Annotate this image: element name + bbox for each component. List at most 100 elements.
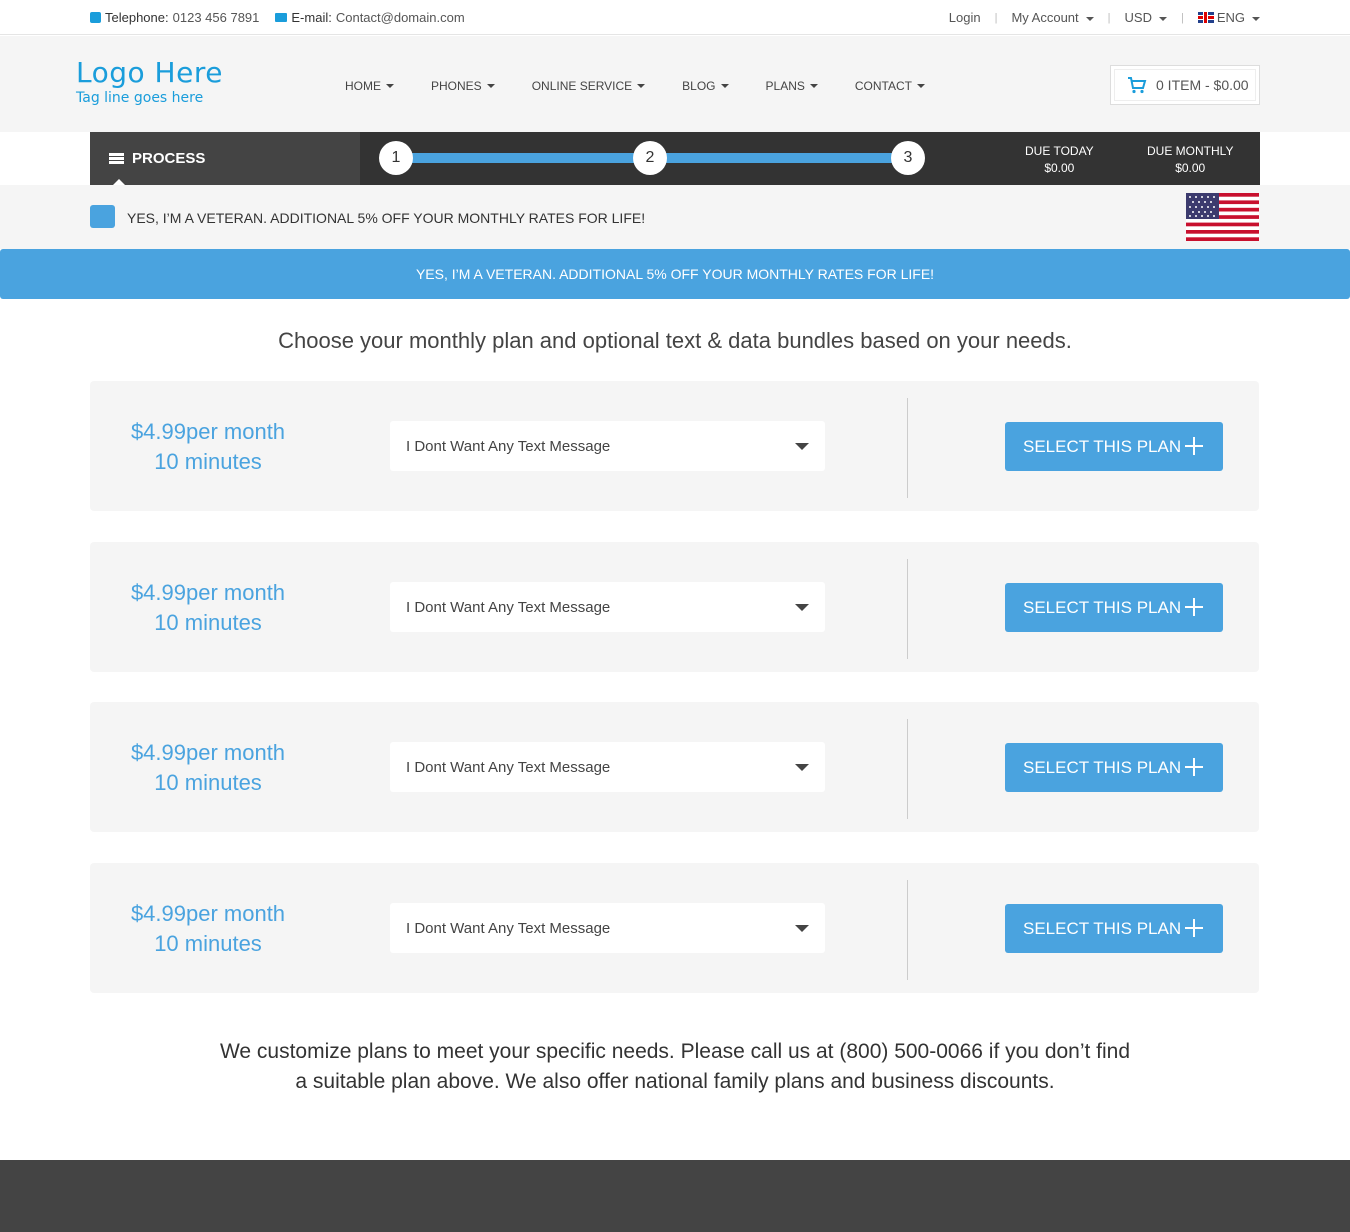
uk-flag-icon [1197, 12, 1214, 23]
plan-price-text: $4.99per month [130, 419, 286, 444]
note-line-2: a suitable plan above. We also offer nat… [295, 1070, 1055, 1093]
process-bar: PROCESS 1 2 3 DUE TODAY $0.00 DUE MONTHL… [90, 132, 1260, 186]
login-link[interactable]: Login [949, 10, 981, 25]
chevron-down-icon [486, 84, 495, 88]
select-value: I Dont Want Any Text Message [406, 919, 611, 937]
chevron-down-icon [795, 604, 809, 611]
chevron-down-icon [637, 84, 646, 88]
plan-price-text: $4.99per month [130, 740, 286, 765]
select-plan-button[interactable]: SELECT THIS PLAN [1005, 422, 1223, 471]
chevron-down-icon [809, 84, 818, 88]
cart-summary: 0 ITEM - $0.00 [1156, 77, 1249, 93]
email-label: E-mail: [291, 10, 332, 25]
divider: | [1180, 11, 1184, 24]
select-value: I Dont Want Any Text Message [406, 758, 611, 776]
plan-price-text: $4.99per month [130, 901, 286, 926]
text-bundle-select[interactable]: I Dont Want Any Text Message [390, 421, 825, 471]
select-plan-button[interactable]: SELECT THIS PLAN [1005, 904, 1223, 953]
select-value: I Dont Want Any Text Message [406, 437, 611, 455]
chevron-down-icon [1085, 16, 1094, 21]
nav-phones[interactable]: PHONES [431, 79, 495, 93]
logo[interactable]: Logo Here Tag line goes here [76, 56, 223, 106]
plan-price: $4.99per month 10 minutes [108, 417, 308, 477]
divider [907, 880, 908, 980]
veteran-checkbox-label[interactable]: YES, I’M A VETERAN. ADDITIONAL 5% OFF YO… [127, 210, 645, 226]
button-label: SELECT THIS PLAN [1023, 918, 1182, 938]
language-dropdown[interactable]: ENG [1197, 10, 1260, 25]
due-today: DUE TODAY $0.00 [1025, 143, 1094, 177]
nav-blog[interactable]: BLOG [682, 79, 729, 93]
divider: | [1107, 11, 1111, 24]
chevron-down-icon [795, 764, 809, 771]
phone-value: 0123 456 7891 [172, 10, 260, 25]
plan-card: $4.99per month 10 minutes I Dont Want An… [90, 863, 1259, 993]
plan-minutes: 10 minutes [154, 770, 262, 795]
due-today-value: $0.00 [1044, 161, 1075, 175]
email-info: E-mail: Contact@domain.com [275, 10, 465, 25]
step-3[interactable]: 3 [891, 141, 925, 175]
select-value: I Dont Want Any Text Message [406, 598, 611, 616]
email-value[interactable]: Contact@domain.com [336, 10, 465, 25]
step-1[interactable]: 1 [379, 141, 413, 175]
veteran-checkbox[interactable] [90, 205, 115, 228]
language-label: ENG [1216, 10, 1245, 25]
select-plan-button[interactable]: SELECT THIS PLAN [1005, 583, 1223, 632]
currency-label: USD [1124, 10, 1152, 25]
account-menu: Login | My Account | USD | ENG [949, 10, 1260, 25]
my-account-label: My Account [1011, 10, 1079, 25]
button-label: SELECT THIS PLAN [1023, 436, 1182, 456]
plan-minutes: 10 minutes [154, 610, 262, 635]
nav-label: CONTACT [854, 79, 912, 93]
plus-icon [1185, 437, 1203, 455]
divider [907, 398, 908, 498]
my-account-dropdown[interactable]: My Account [1011, 10, 1094, 25]
due-today-label: DUE TODAY [1025, 144, 1094, 158]
cart-inner: 0 ITEM - $0.00 [1114, 69, 1256, 101]
chevron-down-icon [917, 84, 925, 88]
step-2[interactable]: 2 [633, 141, 667, 175]
due-monthly: DUE MONTHLY $0.00 [1147, 143, 1233, 177]
page-headline: Choose your monthly plan and optional te… [278, 328, 1072, 353]
us-flag-icon [1186, 193, 1259, 241]
plan-card: $4.99per month 10 minutes I Dont Want An… [90, 381, 1259, 511]
site-header: Logo Here Tag line goes here HOME PHONES… [0, 36, 1350, 132]
button-label: SELECT THIS PLAN [1023, 597, 1182, 617]
logo-tagline: Tag line goes here [76, 90, 204, 106]
list-icon [109, 153, 124, 164]
chevron-down-icon [720, 84, 729, 88]
top-bar: Telephone: 0123 456 7891 E-mail: Contact… [0, 0, 1350, 35]
plan-price: $4.99per month 10 minutes [108, 738, 308, 798]
veteran-option: YES, I’M A VETERAN. ADDITIONAL 5% OFF YO… [0, 185, 1350, 249]
main-nav: HOME PHONES ONLINE SERVICE BLOG PLANS CO… [345, 79, 925, 93]
plan-price: $4.99per month 10 minutes [108, 578, 308, 638]
nav-label: ONLINE SERVICE [531, 79, 633, 93]
nav-label: PLANS [765, 79, 805, 93]
process-title: PROCESS [132, 150, 206, 167]
nav-online-service[interactable]: ONLINE SERVICE [531, 79, 646, 93]
site-footer [0, 1160, 1350, 1232]
select-plan-button[interactable]: SELECT THIS PLAN [1005, 743, 1223, 792]
shopping-cart-icon [1128, 77, 1147, 94]
note-line-1: We customize plans to meet your specific… [219, 1040, 1131, 1063]
process-label: PROCESS [90, 132, 360, 186]
plan-minutes: 10 minutes [154, 931, 262, 956]
text-bundle-select[interactable]: I Dont Want Any Text Message [390, 742, 825, 792]
nav-contact[interactable]: CONTACT [855, 79, 925, 93]
nav-home[interactable]: HOME [345, 79, 394, 93]
cart-button[interactable]: 0 ITEM - $0.00 [1110, 65, 1260, 105]
button-label: SELECT THIS PLAN [1023, 757, 1182, 777]
due-monthly-value: $0.00 [1175, 161, 1206, 175]
phone-icon [90, 12, 101, 23]
text-bundle-select[interactable]: I Dont Want Any Text Message [390, 582, 825, 632]
currency-dropdown[interactable]: USD [1125, 10, 1167, 25]
contact-info: Telephone: 0123 456 7891 E-mail: Contact… [90, 10, 465, 25]
nav-label: HOME [345, 79, 381, 93]
due-monthly-label: DUE MONTHLY [1147, 144, 1234, 158]
nav-plans[interactable]: PLANS [766, 79, 818, 93]
chevron-down-icon [795, 443, 809, 450]
divider [907, 559, 908, 659]
plan-minutes: 10 minutes [154, 449, 262, 474]
chevron-down-icon [386, 84, 394, 88]
text-bundle-select[interactable]: I Dont Want Any Text Message [390, 903, 825, 953]
plan-price: $4.99per month 10 minutes [108, 899, 308, 959]
